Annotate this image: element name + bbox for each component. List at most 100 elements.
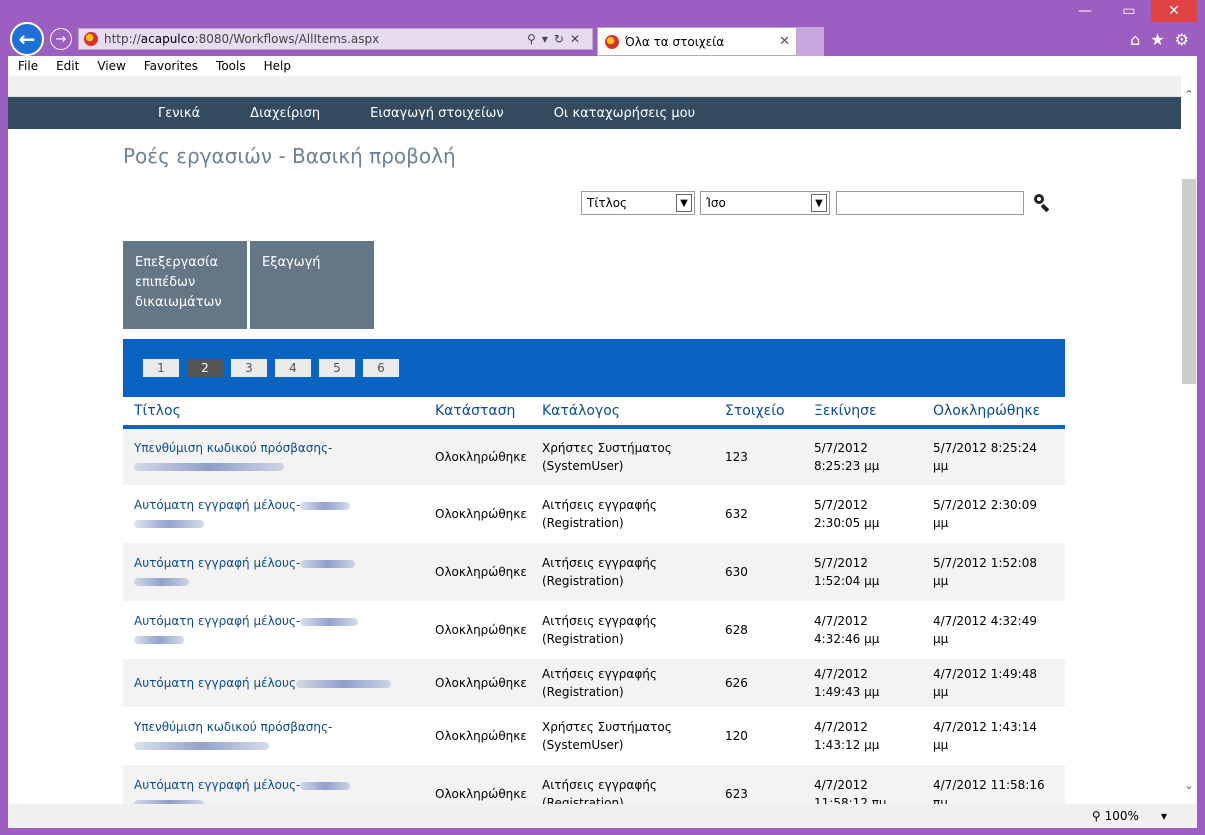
workflow-link[interactable]: Αυτόματη εγγραφή μέλους [134, 676, 296, 690]
menu-file[interactable]: File [8, 59, 46, 73]
star-icon[interactable]: ★ [1150, 30, 1164, 49]
table-row: Αυτόματη εγγραφή μέλους- Ολοκληρώθηκε Αι… [123, 485, 1065, 543]
window-controls: — ▭ ✕ [1063, 0, 1197, 22]
cell-list: Αιτήσεις εγγραφής (Registration) [542, 498, 657, 530]
search-icon[interactable]: ⚲ [527, 32, 542, 46]
maximize-button[interactable]: ▭ [1107, 0, 1151, 22]
col-started[interactable]: Ξεκίνησε [803, 397, 922, 429]
redacted-text [134, 741, 269, 750]
col-status[interactable]: Κατάσταση [424, 397, 531, 429]
forward-button[interactable]: → [50, 28, 72, 50]
nav-my-entries[interactable]: Οι καταχωρήσεις μου [554, 106, 695, 121]
page-button-2[interactable]: 2 [187, 359, 223, 377]
arrow-right-icon: → [55, 31, 67, 47]
cell-finished: 4/7/2012 4:32:49 μμ [933, 614, 1037, 646]
site-favicon-icon [84, 32, 98, 46]
page-button-1[interactable]: 1 [143, 359, 179, 377]
chevron-down-icon: ▼ [811, 194, 827, 212]
address-bar[interactable]: http://acapulco:8080/Workflows/AllItems.… [78, 28, 593, 50]
export-tile[interactable]: Εξαγωγή [250, 241, 374, 329]
nav-general[interactable]: Γενικά [158, 106, 200, 121]
menu-tools[interactable]: Tools [206, 59, 254, 73]
page-button-5[interactable]: 5 [319, 359, 355, 377]
cell-item: 123 [725, 450, 748, 464]
zoom-control[interactable]: ⚲ 100% ▾ [1092, 809, 1197, 823]
tab-title: Όλα τα στοιχεία [625, 34, 725, 49]
cell-status: Ολοκληρώθηκε [435, 450, 527, 464]
workflow-list-panel: 1 2 3 4 5 6 Τίτλος Κατάσταση Κατάλογος Σ… [123, 339, 1065, 804]
cell-finished: 5/7/2012 1:52:08 μμ [933, 556, 1037, 588]
cell-title: Αυτόματη εγγραφή μέλους [123, 659, 424, 707]
cell-list: Αιτήσεις εγγραφής (Registration) [542, 556, 657, 588]
workflow-link[interactable]: Αυτόματη εγγραφή μέλους- [134, 778, 300, 792]
cell-started: 4/7/2012 1:43:12 μμ [814, 720, 880, 752]
col-list[interactable]: Κατάλογος [531, 397, 714, 429]
page-button-3[interactable]: 3 [231, 359, 267, 377]
field-select[interactable]: Τίτλος ▼ [581, 191, 695, 215]
col-finished[interactable]: Ολοκληρώθηκε [922, 397, 1065, 429]
address-actions: ⚲▾↻✕ [527, 32, 592, 46]
cell-status: Ολοκληρώθηκε [435, 507, 527, 521]
table-row: Αυτόματη εγγραφή μέλους Ολοκληρώθηκε Αιτ… [123, 659, 1065, 707]
scroll-thumb[interactable] [1182, 179, 1196, 384]
table-row: Αυτόματη εγγραφή μέλους- Ολοκληρώθηκε Αι… [123, 543, 1065, 601]
field-select-value: Τίτλος [587, 196, 628, 210]
workflow-link[interactable]: Υπενθύμιση κωδικού πρόσβασης- [134, 441, 332, 455]
tab-close-icon[interactable]: ✕ [779, 34, 796, 49]
workflow-link[interactable]: Αυτόματη εγγραφή μέλους- [134, 556, 300, 570]
table-row: Αυτόματη εγγραφή μέλους- Ολοκληρώθηκε Αι… [123, 601, 1065, 659]
menu-edit[interactable]: Edit [46, 59, 87, 73]
cell-item: 632 [725, 507, 748, 521]
cell-item: 626 [725, 676, 748, 690]
tab-favicon-icon [605, 34, 619, 49]
edit-permissions-tile[interactable]: Επεξεργασία επιπέδων δικαιωμάτων [123, 241, 247, 329]
cell-started: 5/7/2012 1:52:04 μμ [814, 556, 880, 588]
menu-help[interactable]: Help [254, 59, 299, 73]
col-item[interactable]: Στοιχείο [714, 397, 803, 429]
scroll-up-icon[interactable]: ⌃ [1181, 88, 1197, 101]
cell-started: 4/7/2012 1:49:43 μμ [814, 667, 880, 699]
filter-bar: Τίτλος ▼ Ίσο ▼ [581, 191, 1050, 215]
back-button[interactable]: ← [10, 22, 44, 56]
cell-finished: 4/7/2012 11:58:16 πμ [933, 778, 1045, 804]
dropdown-icon[interactable]: ▾ [542, 32, 554, 46]
url-scheme: http:// [104, 32, 141, 46]
url-path: :8080/Workflows/AllItems.aspx [194, 32, 380, 46]
menu-view[interactable]: View [87, 59, 133, 73]
menu-favorites[interactable]: Favorites [134, 59, 206, 73]
cell-status: Ολοκληρώθηκε [435, 623, 527, 637]
page-button-4[interactable]: 4 [275, 359, 311, 377]
cell-started: 5/7/2012 8:25:23 μμ [814, 441, 880, 473]
cell-title: Αυτόματη εγγραφή μέλους- [123, 543, 424, 601]
workflow-link[interactable]: Αυτόματη εγγραφή μέλους- [134, 498, 300, 512]
vertical-scrollbar[interactable]: ⌃ ⌄ [1181, 76, 1197, 804]
redacted-text [134, 519, 204, 528]
stop-icon[interactable]: ✕ [570, 32, 586, 46]
gear-icon[interactable]: ⚙ [1175, 30, 1189, 49]
col-title[interactable]: Τίτλος [123, 397, 424, 429]
cell-title: Αυτόματη εγγραφή μέλους- [123, 485, 424, 543]
cell-list: Αιτήσεις εγγραφής (Registration) [542, 778, 657, 804]
cell-status: Ολοκληρώθηκε [435, 565, 527, 579]
filter-value-input[interactable] [836, 191, 1024, 215]
page-button-6[interactable]: 6 [363, 359, 399, 377]
cell-item: 628 [725, 623, 748, 637]
refresh-icon[interactable]: ↻ [554, 32, 570, 46]
operator-select[interactable]: Ίσο ▼ [700, 191, 830, 215]
cell-started: 4/7/2012 4:32:46 μμ [814, 614, 880, 646]
address-url[interactable]: http://acapulco:8080/Workflows/AllItems.… [104, 32, 527, 46]
site-navbar: Γενικά Διαχείριση Εισαγωγή στοιχείων Οι … [8, 97, 1181, 129]
new-tab-button[interactable] [797, 27, 824, 56]
table-row: Υπενθύμιση κωδικού πρόσβασης- Ολοκληρώθη… [123, 707, 1065, 765]
scroll-down-icon[interactable]: ⌄ [1181, 779, 1197, 792]
search-button[interactable] [1032, 194, 1050, 213]
close-window-button[interactable]: ✕ [1151, 0, 1197, 22]
home-icon[interactable]: ⌂ [1130, 30, 1140, 49]
minimize-button[interactable]: — [1063, 0, 1107, 22]
workflow-link[interactable]: Αυτόματη εγγραφή μέλους- [134, 614, 300, 628]
nav-administration[interactable]: Διαχείριση [250, 106, 320, 121]
workflow-link[interactable]: Υπενθύμιση κωδικού πρόσβασης- [134, 720, 332, 734]
browser-tab[interactable]: Όλα τα στοιχεία ✕ [597, 27, 797, 56]
nav-data-entry[interactable]: Εισαγωγή στοιχείων [370, 106, 504, 121]
cell-item: 120 [725, 729, 748, 743]
